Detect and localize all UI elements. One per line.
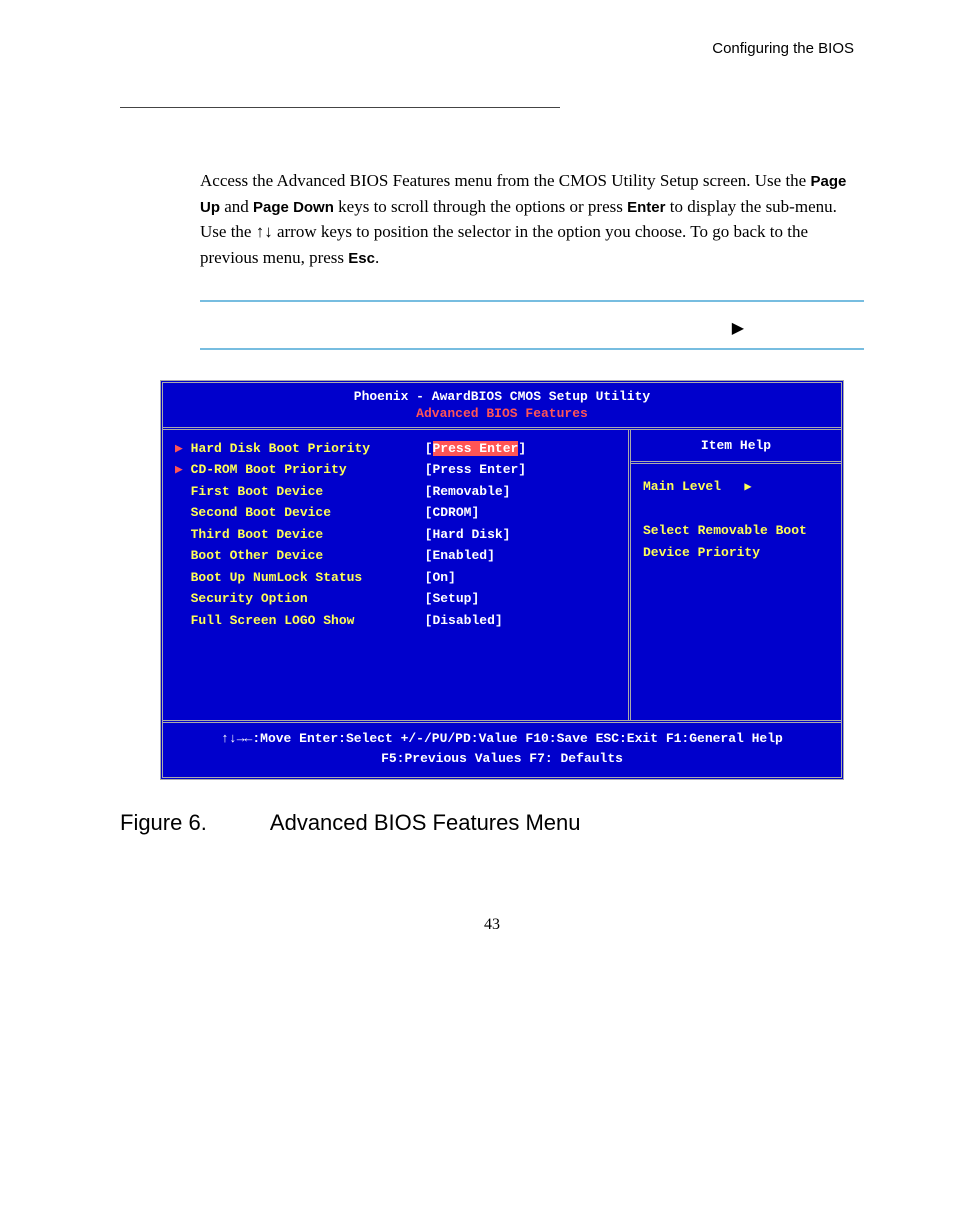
bios-row[interactable]: Third Boot Device [Hard Disk] [175,524,616,545]
bios-row[interactable]: Boot Up NumLock Status [On] [175,567,616,588]
bios-row[interactable]: ▶ Hard Disk Boot Priority [Press Enter] [175,438,616,459]
bios-row[interactable]: ▶ CD-ROM Boot Priority [Press Enter] [175,459,616,480]
bios-help-title: Item Help [631,430,841,464]
note-arrow-icon: ▶ [732,318,744,338]
figure-title: Advanced BIOS Features Menu [270,810,581,835]
bios-row[interactable]: Boot Other Device [Enabled] [175,545,616,566]
bios-footer-line2: F5:Previous Values F7: Defaults [167,749,837,769]
bios-row[interactable]: Full Screen LOGO Show [Disabled] [175,610,616,631]
bios-help-panel: Item Help Main Level ▶ Select Removable … [631,430,841,720]
bios-help-line: Device Priority [643,542,829,564]
intro-text: keys to scroll through the options or pr… [334,197,627,216]
intro-paragraph: Access the Advanced BIOS Features menu f… [200,168,864,270]
intro-text: arrow keys to position the selector in t… [200,222,808,267]
key-enter: Enter [627,199,665,216]
arrow-keys: ↑↓ [256,222,273,241]
bios-screen: Phoenix - AwardBIOS CMOS Setup Utility A… [160,380,844,780]
bios-body: ▶ Hard Disk Boot Priority [Press Enter]▶… [163,427,841,723]
intro-text: Access the Advanced BIOS Features menu f… [200,171,810,190]
key-esc: Esc [348,250,375,267]
intro-text: and [220,197,253,216]
section-rule [120,107,560,108]
bios-help-body: Main Level ▶ Select Removable Boot Devic… [631,464,841,576]
bios-footer: ↑↓→←:Move Enter:Select +/-/PU/PD:Value F… [163,723,841,777]
header-section: Configuring the BIOS [120,40,864,57]
key-pagedown: Page Down [253,199,334,216]
bios-row[interactable]: First Boot Device [Removable] [175,481,616,502]
note-bar: ▶ [200,300,864,350]
bios-help-line: Select Removable Boot [643,520,829,542]
intro-text: . [375,248,379,267]
bios-row[interactable]: Security Option [Setup] [175,588,616,609]
figure-number: Figure 6. [120,810,265,836]
bios-title: Phoenix - AwardBIOS CMOS Setup Utility [163,383,841,406]
bios-row[interactable]: Second Boot Device [CDROM] [175,502,616,523]
bios-options-panel: ▶ Hard Disk Boot Priority [Press Enter]▶… [163,430,631,720]
level-arrow-icon: ▶ [744,480,751,494]
bios-footer-line1: ↑↓→←:Move Enter:Select +/-/PU/PD:Value F… [167,729,837,749]
figure-caption: Figure 6. Advanced BIOS Features Menu [120,810,864,836]
bios-help-main-level: Main Level ▶ [643,476,829,498]
page-number: 43 [120,916,864,934]
bios-subtitle: Advanced BIOS Features [163,406,841,427]
